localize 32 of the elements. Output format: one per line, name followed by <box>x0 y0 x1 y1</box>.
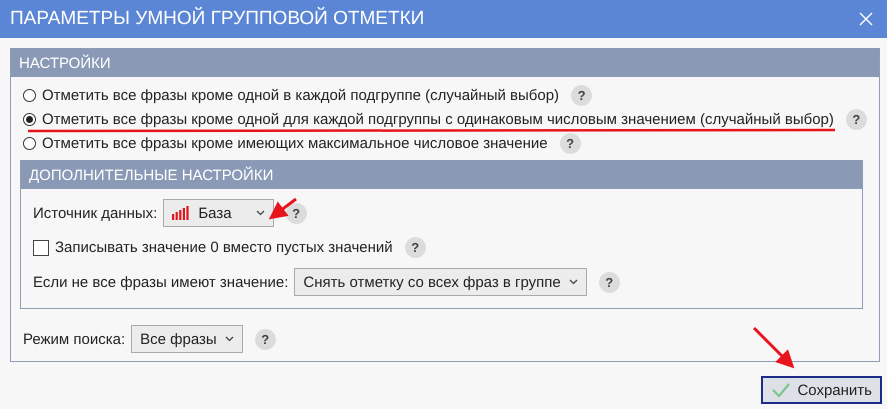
caret-icon <box>256 210 265 216</box>
section-header: НАСТРОЙКИ <box>11 49 879 77</box>
action-dropdown[interactable]: Снять отметку со всех фраз в группе <box>294 268 587 296</box>
checkbox-label: Записывать значение 0 вместо пустых значений <box>55 239 393 256</box>
check-icon <box>771 382 792 398</box>
window-title: ПАРАМЕТРЫ УМНОЙ ГРУППОВОЙ ОТМЕТКИ <box>10 8 424 30</box>
help-icon[interactable]: ? <box>560 132 581 154</box>
source-dropdown[interactable]: База <box>163 199 274 227</box>
radio-button[interactable] <box>23 88 36 102</box>
close-icon[interactable] <box>859 12 873 26</box>
help-icon[interactable]: ? <box>254 328 276 350</box>
checkbox[interactable] <box>33 240 49 256</box>
option-label: Отметить все фразы кроме одной для каждой подгруппы с одинаковым числовым значением (случайный выбор) <box>42 110 834 128</box>
field-label: Источник данных: <box>33 204 158 222</box>
section-header: ДОПОЛНИТЕЛЬНЫЕ НАСТРОЙКИ <box>21 161 862 189</box>
bar-chart-icon <box>172 206 190 220</box>
option-label: Отметить все фразы кроме одной в каждой подгруппе (случайный выбор) <box>42 86 560 104</box>
help-icon[interactable]: ? <box>286 202 307 224</box>
annotation-arrow <box>752 326 794 368</box>
radio-button[interactable] <box>23 136 36 150</box>
radio-button[interactable] <box>23 112 36 126</box>
save-button[interactable]: Сохранить <box>761 376 882 404</box>
mode-dropdown[interactable]: Все фразы <box>131 325 243 353</box>
help-icon[interactable]: ? <box>571 84 592 106</box>
field-label: Режим поиска: <box>23 330 126 348</box>
help-icon[interactable]: ? <box>598 272 620 292</box>
help-icon[interactable]: ? <box>846 108 867 130</box>
option-label: Отметить все фразы кроме имеющих максимальное числовое значение <box>42 134 548 152</box>
caret-icon <box>568 279 578 285</box>
help-icon[interactable]: ? <box>404 237 426 258</box>
caret-icon <box>224 336 234 342</box>
field-label: Если не все фразы имеют значение: <box>33 274 288 290</box>
